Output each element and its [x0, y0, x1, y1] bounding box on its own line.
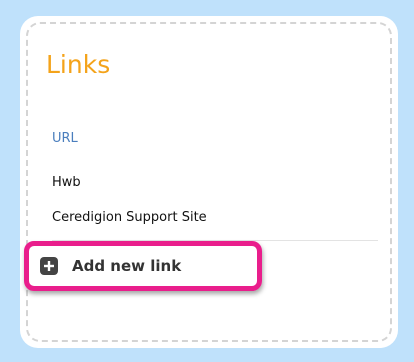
- add-new-link-button[interactable]: Add new link: [40, 257, 181, 275]
- links-panel: Links URL Hwb Ceredigion Support Site Ad…: [20, 16, 398, 348]
- plus-square-icon: [40, 257, 58, 275]
- panel-title: Links: [46, 50, 111, 79]
- add-new-link-label: Add new link: [72, 257, 182, 275]
- link-item-hwb[interactable]: Hwb: [52, 174, 81, 192]
- list-divider: [52, 240, 378, 241]
- link-item-ceredigion-support-site[interactable]: Ceredigion Support Site: [52, 209, 207, 227]
- url-column-link[interactable]: URL: [52, 130, 78, 148]
